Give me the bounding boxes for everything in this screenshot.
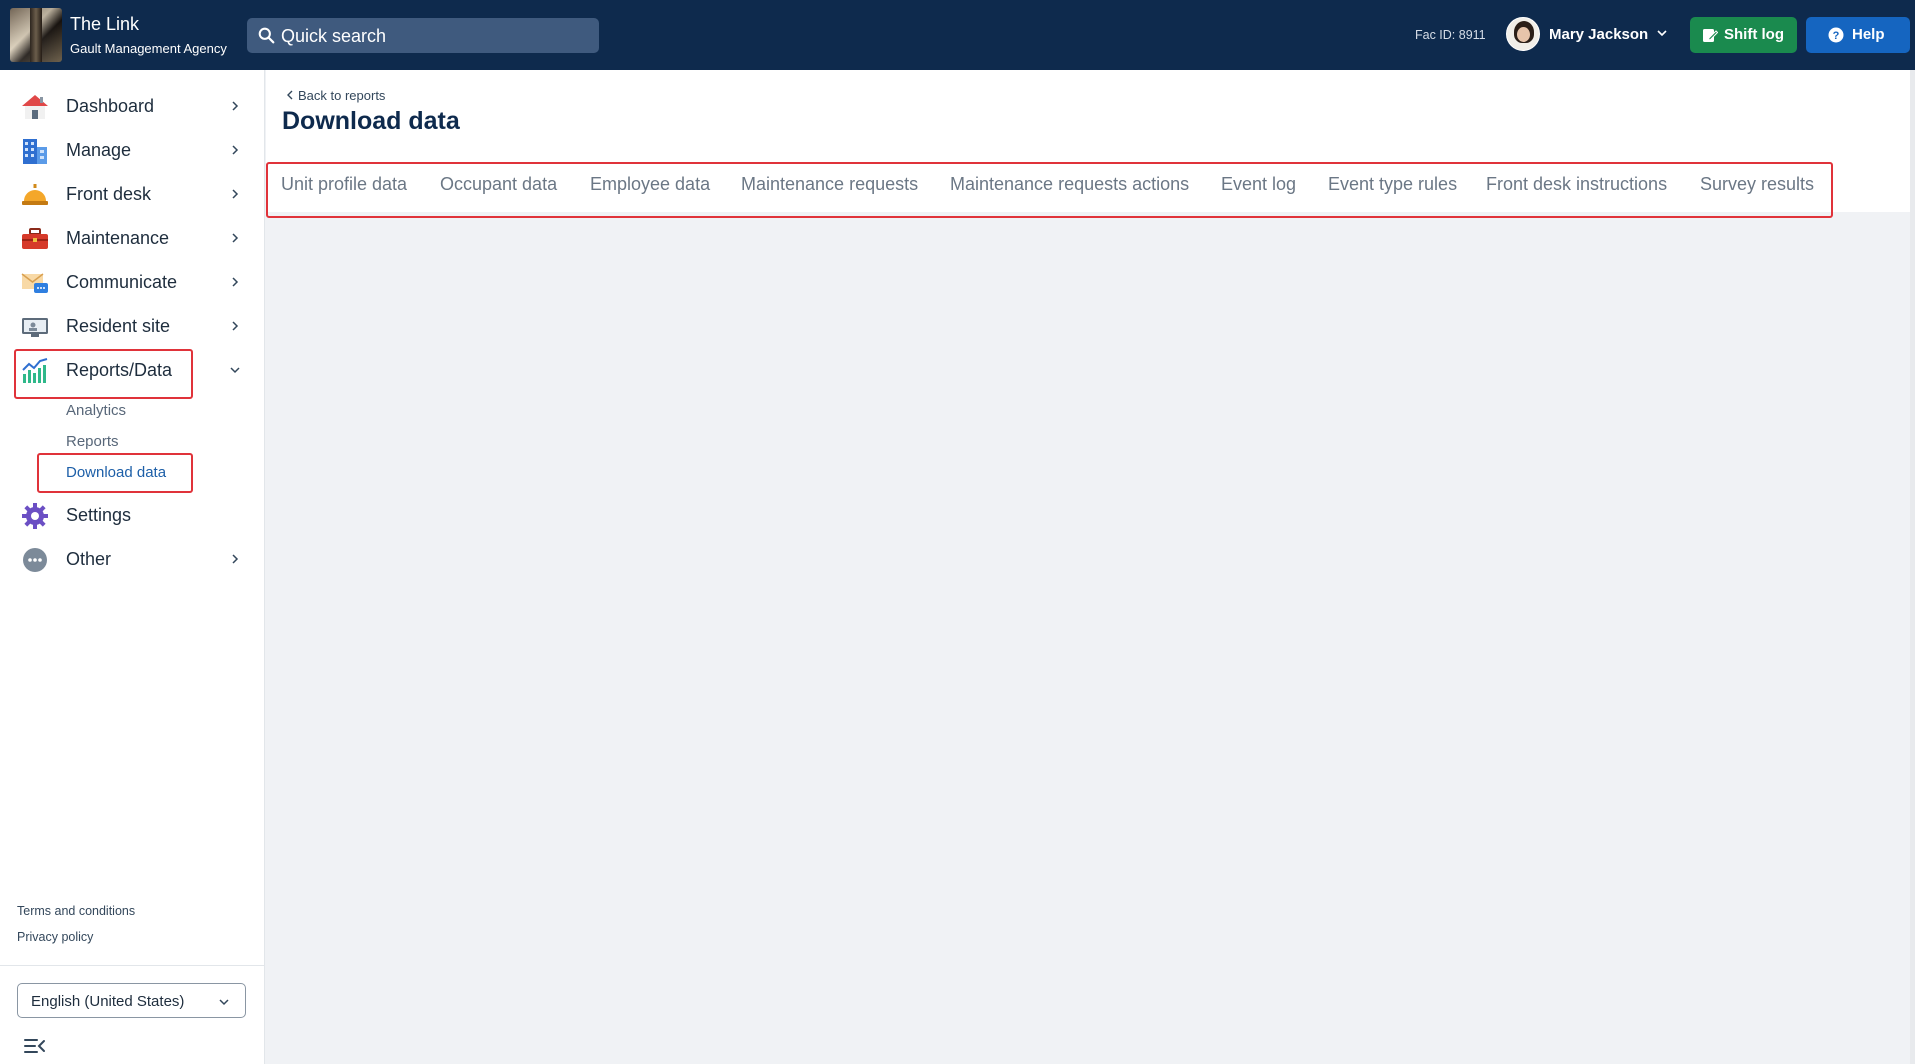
chevron-down-icon[interactable]: [1656, 27, 1668, 39]
tab-event-type-rules[interactable]: Event type rules: [1328, 174, 1457, 195]
svg-text:?: ?: [1833, 30, 1840, 42]
sidebar: Dashboard Manage Front desk Maintenance …: [0, 70, 265, 1064]
divider: [0, 965, 265, 966]
tab-occupant-data[interactable]: Occupant data: [440, 174, 557, 195]
sidebar-item-label: Reports/Data: [66, 360, 173, 380]
sidebar-item-communicate[interactable]: Communicate: [0, 262, 265, 302]
chevron-right-icon: [232, 101, 239, 111]
sidebar-item-settings[interactable]: Settings: [0, 495, 265, 535]
shift-log-label: Shift log: [1724, 26, 1784, 43]
tab-employee-data[interactable]: Employee data: [590, 174, 710, 195]
house-icon: [22, 95, 48, 119]
submenu-item-download-data[interactable]: Download data: [66, 464, 166, 481]
sidebar-item-label: Communicate: [66, 272, 178, 292]
edit-note-icon: [1703, 29, 1718, 42]
service-bell-icon: [22, 184, 48, 205]
sidebar-item-label: Front desk: [66, 184, 152, 204]
submenu-item-reports[interactable]: Reports: [66, 433, 119, 450]
shift-log-button[interactable]: Shift log: [1690, 17, 1797, 53]
search-placeholder: Quick search: [281, 26, 387, 46]
terms-link[interactable]: Terms and conditions: [17, 904, 135, 918]
tab-front-desk-instructions[interactable]: Front desk instructions: [1486, 174, 1667, 195]
sidebar-item-maintenance[interactable]: Maintenance: [0, 218, 265, 258]
chevron-right-icon: [232, 233, 239, 243]
page-header: Back to reports Download data Unit profi…: [266, 70, 1915, 218]
app-subtitle: Gault Management Agency: [70, 41, 227, 56]
chevron-down-icon: [230, 367, 240, 374]
top-bar: The Link Gault Management Agency Quick s…: [0, 0, 1915, 70]
submenu-item-analytics[interactable]: Analytics: [66, 402, 126, 419]
sidebar-item-front-desk[interactable]: Front desk: [0, 174, 265, 214]
sidebar-item-other[interactable]: Other: [0, 539, 265, 579]
envelope-chat-icon: [21, 273, 48, 293]
page-title: Download data: [282, 107, 460, 135]
chevron-down-icon: [219, 999, 229, 1006]
sidebar-item-manage[interactable]: Manage: [0, 130, 265, 170]
sidebar-item-reports-data[interactable]: Reports/Data: [0, 350, 265, 390]
language-value: English (United States): [31, 993, 185, 1010]
user-name[interactable]: Mary Jackson: [1549, 26, 1648, 43]
more-dots-icon: [23, 548, 47, 572]
sidebar-item-label: Manage: [66, 140, 132, 160]
scrollbar[interactable]: [1910, 70, 1915, 1064]
language-select[interactable]: English (United States): [17, 983, 246, 1018]
app-logo[interactable]: [10, 8, 62, 62]
chevron-right-icon: [232, 277, 239, 287]
tab-event-log[interactable]: Event log: [1221, 174, 1296, 195]
sidebar-item-label: Dashboard: [66, 96, 155, 116]
collapse-sidebar-icon[interactable]: [24, 1037, 46, 1055]
help-label: Help: [1852, 26, 1885, 43]
toolbox-icon: [22, 228, 48, 249]
search-icon: [258, 27, 275, 44]
facility-id: Fac ID: 8911: [1415, 28, 1486, 42]
user-avatar[interactable]: [1506, 17, 1540, 51]
tab-maintenance-requests[interactable]: Maintenance requests: [741, 174, 918, 195]
bar-chart-icon: [22, 358, 48, 383]
sidebar-item-label: Settings: [66, 505, 132, 525]
sidebar-item-resident-site[interactable]: Resident site: [0, 306, 265, 346]
tab-survey-results[interactable]: Survey results: [1700, 174, 1814, 195]
chevron-left-icon: [287, 90, 293, 100]
sidebar-item-label: Other: [66, 549, 112, 569]
privacy-link[interactable]: Privacy policy: [17, 930, 93, 944]
quick-search-input[interactable]: Quick search: [247, 18, 599, 53]
tab-unit-profile-data[interactable]: Unit profile data: [281, 174, 407, 195]
chevron-right-icon: [232, 189, 239, 199]
tab-maintenance-requests-actions[interactable]: Maintenance requests actions: [950, 174, 1189, 195]
monitor-icon: [22, 318, 48, 337]
sidebar-item-label: Resident site: [66, 316, 171, 336]
sidebar-item-dashboard[interactable]: Dashboard: [0, 86, 265, 126]
chevron-right-icon: [232, 145, 239, 155]
back-to-reports-link[interactable]: Back to reports: [285, 88, 385, 103]
help-button[interactable]: ? Help: [1806, 17, 1910, 53]
back-link-label: Back to reports: [298, 88, 386, 103]
chevron-right-icon: [232, 554, 239, 564]
question-circle-icon: ?: [1828, 27, 1844, 43]
building-icon: [23, 139, 47, 164]
chevron-right-icon: [232, 321, 239, 331]
gear-icon: [22, 503, 48, 529]
app-title: The Link: [70, 14, 140, 34]
sidebar-item-label: Maintenance: [66, 228, 170, 248]
